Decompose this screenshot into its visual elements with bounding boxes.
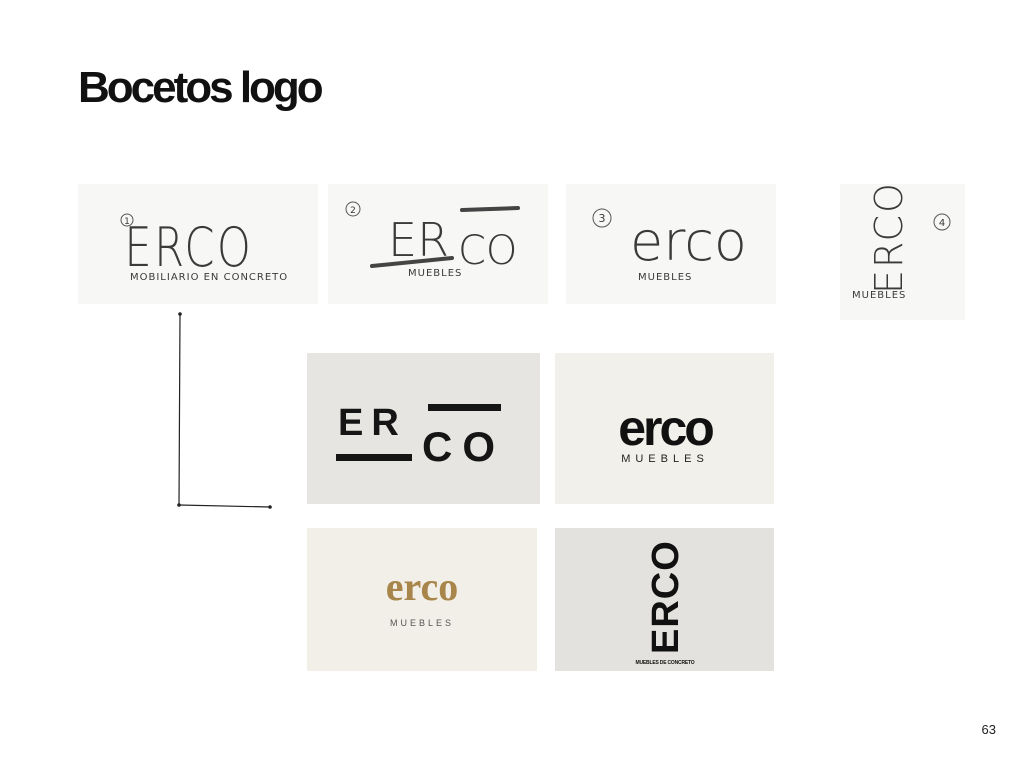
sketch-3-wordmark: erco (630, 210, 747, 273)
sketch-1-tagline: MOBILIARIO EN CONCRETO (130, 272, 288, 283)
sketch-1-drawing: 1 ERCO MOBILIARIO EN CONCRETO (120, 213, 288, 283)
sketch-1: 1 ERCO MOBILIARIO EN CONCRETO (78, 184, 318, 304)
sketch-1-wordmark: ERCO (124, 216, 253, 279)
mockup-3-tagline: MUEBLES (390, 618, 454, 628)
slide: Bocetos logo 1 ERCO MOBILIARIO EN CONCRE… (0, 0, 1024, 768)
mockup-card-4: ERCO MUEBLES DE CONCRETO (555, 528, 774, 671)
mockup-1-wordmark-top: ER (338, 402, 407, 444)
sketch-4-tagline: MUEBLES (852, 290, 906, 301)
page-number: 63 (981, 722, 996, 737)
mockup-4-wordmark: ERCO (645, 540, 687, 654)
sketch-4-drawing: 4 ERCO MUEBLES (852, 184, 951, 301)
mockup-card-2: erco MUEBLES (555, 353, 774, 504)
slide-title: Bocetos logo (78, 63, 324, 112)
sketch-3: 3 erco MUEBLES (566, 184, 776, 304)
mockup-4-logo: ERCO MUEBLES DE CONCRETO (636, 540, 695, 666)
mockup-card-1: ER CO (307, 353, 540, 504)
mockup-4-tagline: MUEBLES DE CONCRETO (636, 660, 695, 666)
sketch-3-drawing: 3 erco MUEBLES (592, 208, 747, 283)
sketch-4-wordmark: ERCO (867, 184, 911, 294)
sketch-2-drawing: 2 ER CO MUEBLES (345, 201, 520, 279)
sketch-4-number: 4 (939, 218, 945, 229)
mockup-3-logo: erco MUEBLES (386, 564, 459, 628)
connector-arrow (177, 312, 272, 509)
mockup-3-wordmark: erco (386, 564, 459, 609)
sketch-3-tagline: MUEBLES (638, 272, 692, 283)
sketch-2: 2 ER CO MUEBLES (328, 184, 548, 304)
sketch-strip: 1 ERCO MOBILIARIO EN CONCRETO 2 ER CO MU… (78, 184, 968, 324)
sketch-2-wordmark-right: CO (458, 228, 517, 274)
mockup-1-logo: ER CO (336, 402, 505, 470)
mockup-1-wordmark-bottom: CO (422, 423, 505, 470)
sketch-2-tagline: MUEBLES (408, 268, 462, 279)
sketch-4: 4 ERCO MUEBLES (840, 184, 965, 320)
mockup-2-logo: erco MUEBLES (618, 400, 716, 465)
mockup-card-3: erco MUEBLES (307, 528, 537, 671)
mockup-2-wordmark: erco (618, 400, 713, 456)
mockup-2-tagline: MUEBLES (621, 453, 709, 465)
sketch-3-number: 3 (599, 212, 606, 225)
sketch-2-number: 2 (350, 206, 356, 216)
